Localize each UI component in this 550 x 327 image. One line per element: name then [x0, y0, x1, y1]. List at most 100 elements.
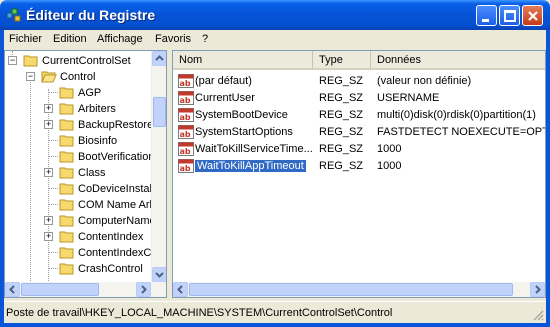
title-bar[interactable]: Éditeur du Registre	[0, 0, 550, 30]
value-type: REG_SZ	[319, 75, 364, 87]
folder-icon	[59, 215, 74, 227]
folder-open-icon	[41, 71, 57, 83]
list-horizontal-scrollbar[interactable]	[173, 282, 545, 297]
collapse-icon[interactable]: −	[8, 56, 17, 65]
value-data: 1000	[377, 160, 402, 172]
tree-line	[48, 204, 58, 205]
tree-horizontal-scrollbar[interactable]	[5, 282, 166, 297]
tree-label: BackupRestore	[78, 119, 154, 131]
value-row[interactable]: ab (par défaut) REG_SZ (valeur non définie)	[173, 73, 545, 90]
window-frame-right	[546, 30, 550, 327]
tree-line	[48, 268, 58, 269]
folder-icon	[59, 151, 74, 163]
value-name: WaitToKillAppTimeout	[195, 160, 306, 172]
value-data: FASTDETECT NOEXECUTE=OPTIN	[377, 126, 545, 138]
scroll-up-button[interactable]	[152, 51, 166, 66]
value-name: SystemStartOptions	[195, 126, 293, 138]
value-type: REG_SZ	[319, 92, 364, 104]
status-bar: Poste de travail\HKEY_LOCAL_MACHINE\SYST…	[4, 301, 546, 323]
tree-line	[30, 73, 31, 283]
string-value-icon: ab	[178, 125, 194, 139]
scroll-down-button[interactable]	[152, 267, 166, 282]
resize-grip-icon[interactable]	[532, 309, 544, 321]
tree-line	[48, 188, 58, 189]
tree-line	[48, 252, 58, 253]
tree-label: Control	[60, 71, 96, 83]
minimize-icon	[482, 19, 489, 22]
arrow-up-icon	[155, 55, 164, 61]
arrow-right-icon	[535, 285, 541, 294]
folder-icon	[59, 103, 74, 115]
value-row[interactable]: ab WaitToKillServiceTime... REG_SZ 1000	[173, 141, 545, 158]
tree-line	[48, 92, 58, 93]
value-type: REG_SZ	[319, 109, 364, 121]
registry-tree[interactable]: − CurrentControlSet − Control AGP + Arbite…	[4, 50, 167, 298]
tree-label: ComputerName	[78, 215, 156, 227]
menu-favoris[interactable]: Favoris	[155, 33, 191, 45]
expand-icon[interactable]: +	[44, 168, 53, 177]
string-value-icon: ab	[178, 91, 194, 105]
menu-fichier[interactable]: Fichier	[9, 33, 42, 45]
menu-help[interactable]: ?	[202, 33, 208, 45]
folder-icon	[59, 167, 74, 179]
value-name: WaitToKillServiceTime...	[195, 143, 313, 155]
value-data: (valeur non définie)	[377, 75, 472, 87]
scroll-left-button[interactable]	[5, 282, 20, 297]
value-name: SystemBootDevice	[195, 109, 288, 121]
scroll-left-button[interactable]	[173, 282, 188, 297]
value-row[interactable]: ab SystemBootDevice REG_SZ multi(0)disk(0)r…	[173, 107, 545, 124]
svg-text:ab: ab	[180, 147, 191, 156]
expand-icon[interactable]: +	[44, 104, 53, 113]
value-name: CurrentUser	[195, 92, 255, 104]
minimize-button[interactable]	[476, 5, 497, 26]
value-data: 1000	[377, 143, 402, 155]
scroll-thumb[interactable]	[153, 97, 166, 127]
value-row[interactable]: ab CurrentUser REG_SZ USERNAME	[173, 90, 545, 107]
arrow-down-icon	[155, 272, 164, 278]
column-header-data[interactable]: Données	[371, 51, 545, 70]
menu-edition[interactable]: Edition	[53, 33, 87, 45]
scroll-right-button[interactable]	[136, 282, 151, 297]
svg-text:ab: ab	[180, 164, 191, 173]
folder-icon	[59, 87, 74, 99]
expand-icon[interactable]: +	[44, 120, 53, 129]
window-title: Éditeur du Registre	[26, 7, 156, 23]
string-value-icon: ab	[178, 159, 194, 173]
maximize-button[interactable]	[499, 5, 520, 26]
scroll-thumb[interactable]	[189, 283, 513, 296]
menu-affichage[interactable]: Affichage	[97, 33, 143, 45]
arrow-right-icon	[141, 285, 147, 294]
value-row[interactable]: ab WaitToKillAppTimeout REG_SZ 1000	[173, 158, 545, 175]
string-value-icon: ab	[178, 108, 194, 122]
tree-line	[48, 140, 58, 141]
column-header-type[interactable]: Type	[313, 51, 371, 70]
folder-icon	[59, 183, 74, 195]
folder-icon	[59, 199, 74, 211]
scroll-thumb[interactable]	[21, 283, 99, 296]
maximize-icon	[504, 10, 516, 22]
registry-editor-icon	[6, 8, 21, 22]
string-value-icon: ab	[178, 74, 194, 88]
folder-icon	[59, 263, 74, 275]
column-header-name[interactable]: Nom	[173, 51, 313, 70]
tree-label: CurrentControlSet	[42, 55, 131, 67]
expand-icon[interactable]: +	[44, 216, 53, 225]
svg-text:ab: ab	[180, 113, 191, 122]
status-path: Poste de travail\HKEY_LOCAL_MACHINE\SYST…	[6, 307, 393, 319]
expand-icon[interactable]: +	[44, 232, 53, 241]
folder-icon	[59, 119, 74, 131]
window-frame-bottom	[0, 323, 550, 327]
folder-icon	[59, 135, 74, 147]
scroll-right-button[interactable]	[530, 282, 545, 297]
close-button[interactable]	[522, 5, 543, 26]
close-icon	[528, 11, 538, 21]
value-name: (par défaut)	[195, 75, 252, 87]
collapse-icon[interactable]: −	[26, 72, 35, 81]
tree-vertical-scrollbar[interactable]	[151, 51, 166, 282]
tree-label: AGP	[78, 87, 102, 99]
folder-open-icon	[23, 55, 38, 67]
values-list[interactable]: Nom Type Données ab (par défaut) REG_SZ (va…	[172, 50, 546, 298]
value-type: REG_SZ	[319, 143, 364, 155]
value-type: REG_SZ	[319, 126, 364, 138]
value-row[interactable]: ab SystemStartOptions REG_SZ FASTDETECT NOE…	[173, 124, 545, 141]
